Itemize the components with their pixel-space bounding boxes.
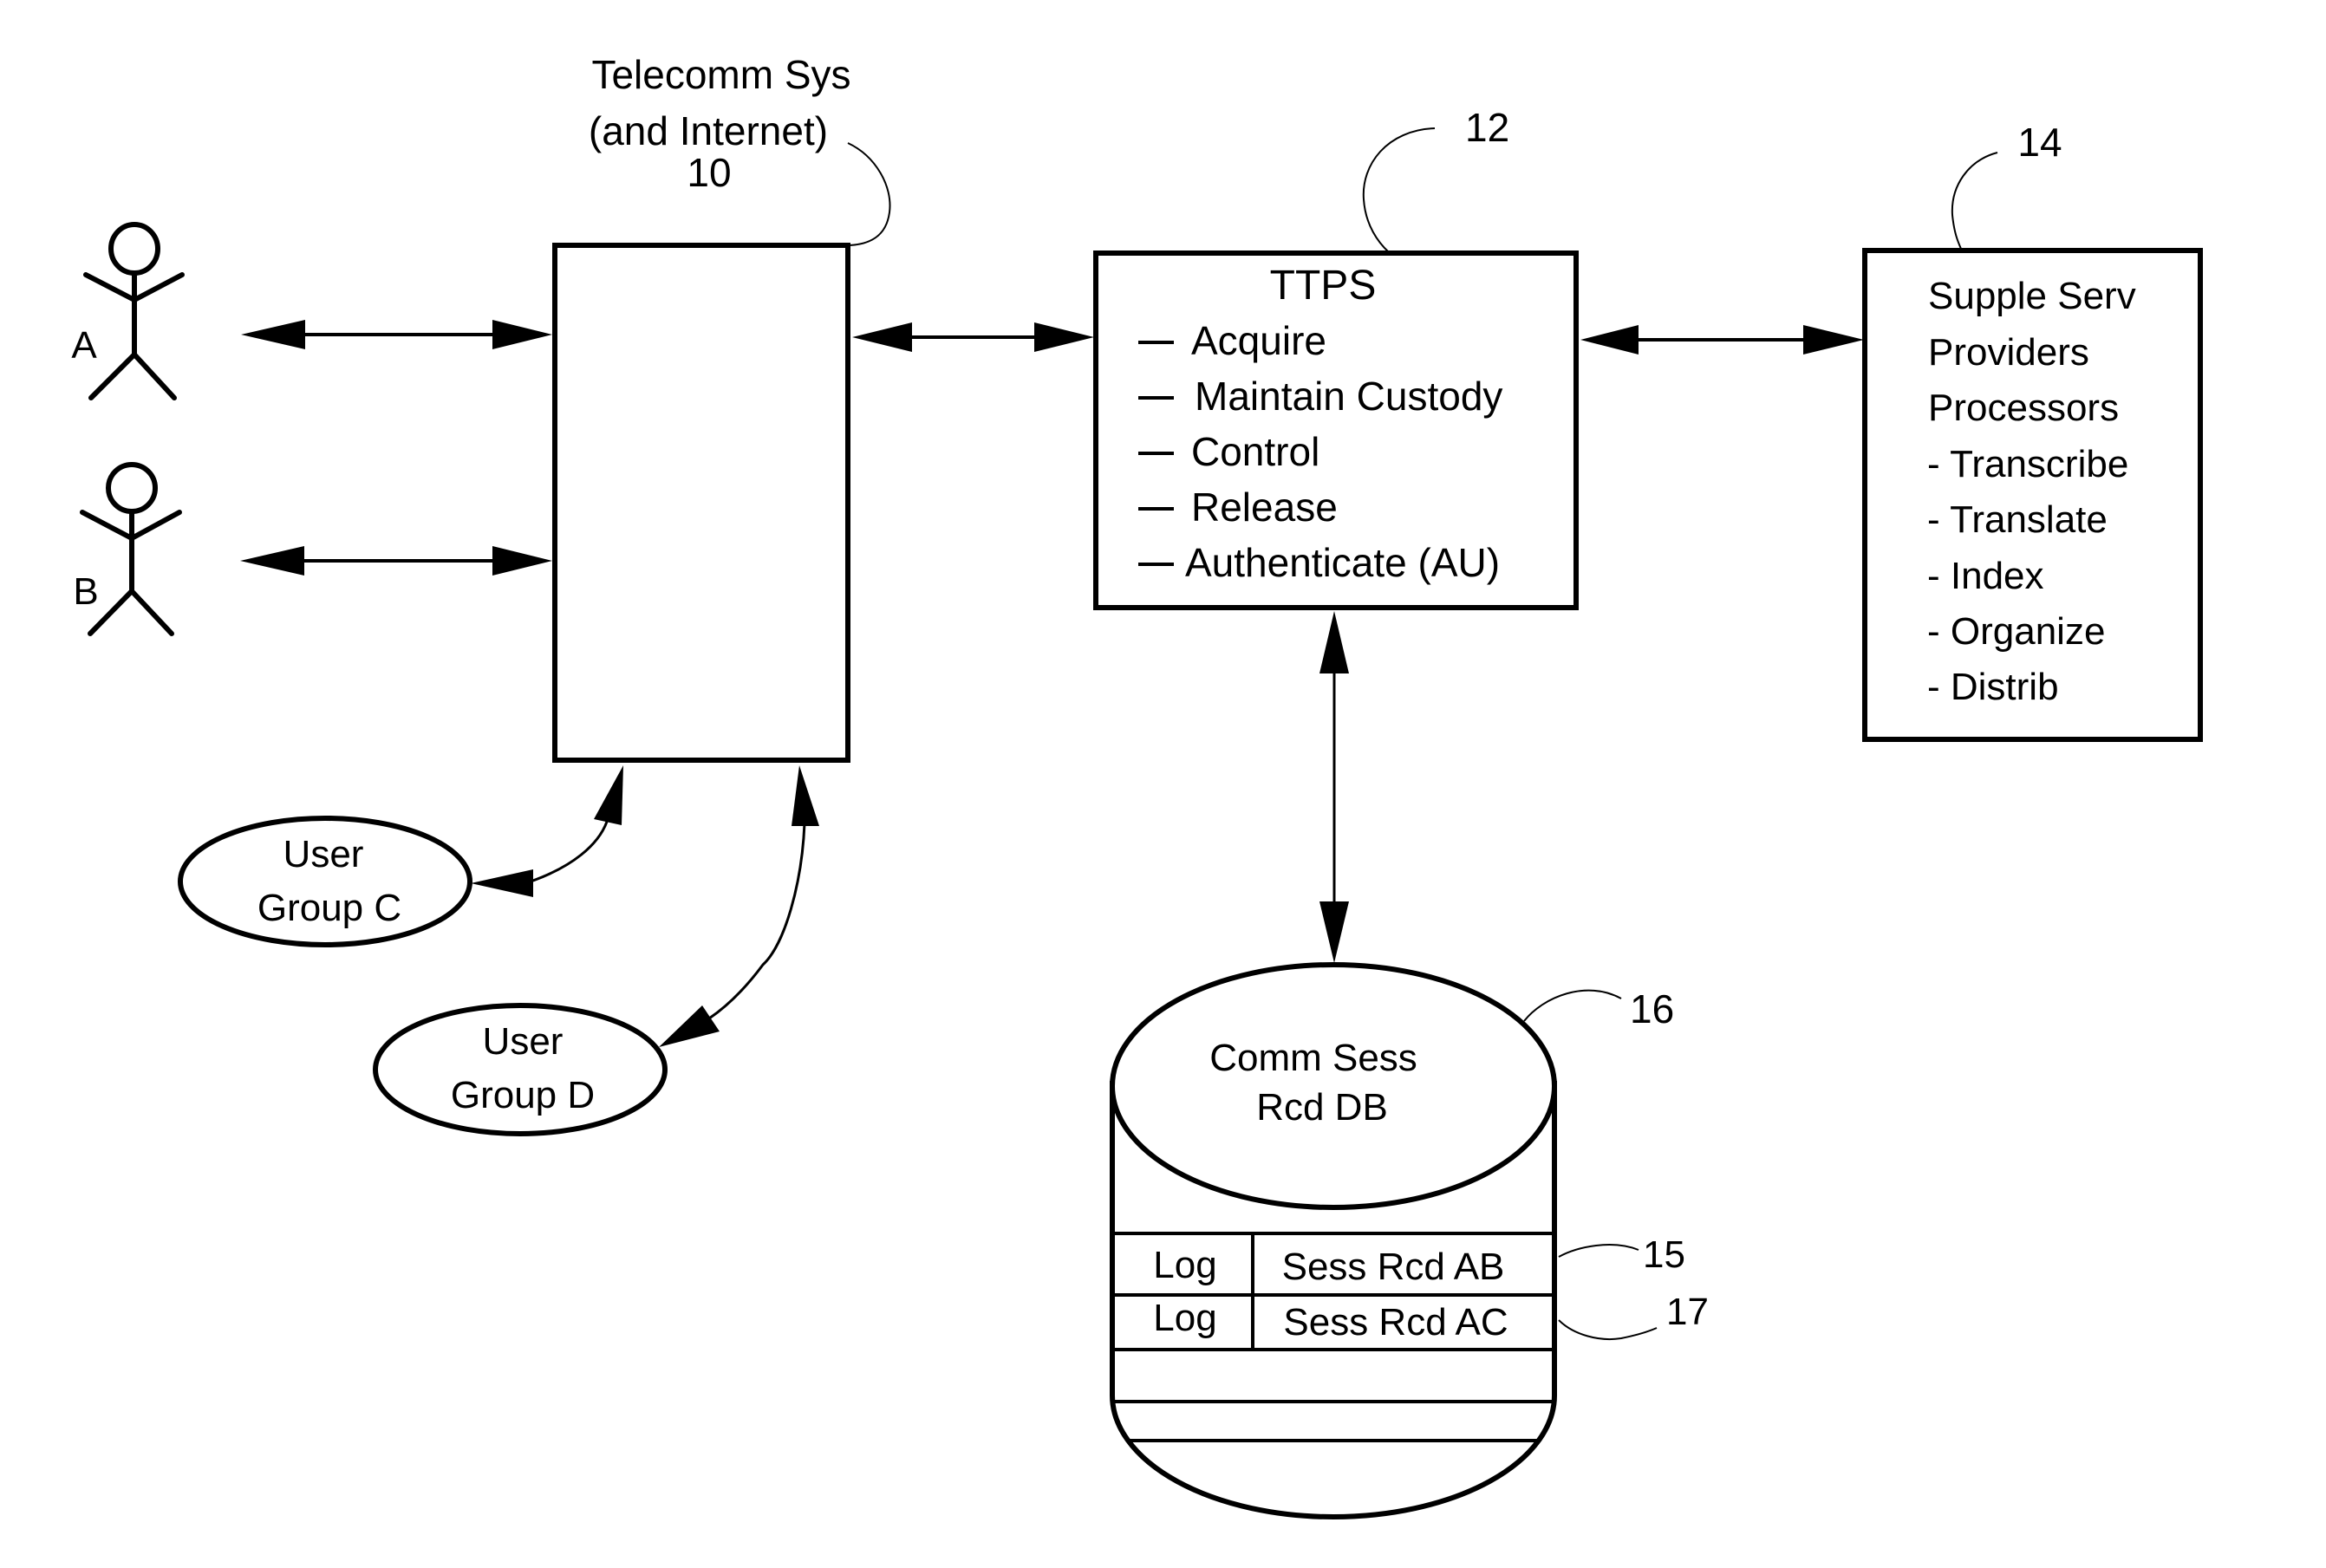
stick-figure-icon [83, 222, 185, 400]
arrow-a-telecomm [241, 320, 552, 349]
telecomm-leader-line [847, 142, 891, 246]
ttps-item-label: Authenticate (AU) [1185, 540, 1500, 585]
arrowhead-right-icon [492, 546, 552, 576]
actor-label: B [73, 570, 98, 613]
row-ac-leader-line [1558, 1319, 1658, 1340]
comm-session-record-db: Comm Sess Rcd DB Log Sess Rcd AB Log Ses… [1110, 962, 1709, 1519]
table-row: Log Sess Rcd AB [1153, 1244, 1504, 1288]
arrowhead-down-left-icon [659, 1005, 720, 1047]
log-cell: Log [1153, 1244, 1216, 1286]
supple-item-label: - Translate [1927, 498, 2108, 541]
arrowhead-up-icon [792, 765, 819, 826]
db-ref-number: 16 [1630, 986, 1674, 1031]
row-ac-ref-number: 17 [1666, 1291, 1709, 1333]
list-item: Authenticate (AU) [1138, 540, 1500, 585]
ttps-item-label: Release [1191, 485, 1338, 530]
log-cell: Log [1153, 1297, 1216, 1339]
telecomm-box [552, 243, 850, 763]
ttps-leader-line [1362, 127, 1436, 253]
supple-item-label: - Index [1927, 555, 2044, 597]
user-group-c: User Group C [178, 816, 472, 947]
telecomm-title-line2: (and Internet) [589, 108, 828, 153]
ttps-item-label: Maintain Custody [1195, 374, 1502, 419]
arrowhead-down-icon [1319, 901, 1349, 963]
arrowhead-left-icon [1580, 325, 1639, 355]
supple-item-label: - Distrib [1927, 666, 2059, 708]
arrowhead-right-icon [1034, 322, 1094, 352]
user-group-line1: User [283, 833, 364, 875]
telecomm-ref-number: 10 [687, 150, 731, 195]
arrowhead-up-icon [1319, 611, 1349, 673]
arrowhead-left-icon [852, 322, 912, 352]
ttps-title: TTPS [1270, 263, 1377, 309]
arrowhead-left-icon [471, 869, 533, 897]
telecomm-system: Telecomm Sys (and Internet) 10 [552, 52, 891, 763]
db-title-line1: Comm Sess [1209, 1037, 1417, 1079]
supple-title-line: Providers [1928, 331, 2089, 374]
db-title-line2: Rcd DB [1256, 1086, 1388, 1129]
arrow-ttps-database [1319, 611, 1349, 963]
supple-title-line: Supple Serv [1928, 275, 2136, 317]
arrowhead-left-icon [240, 546, 304, 576]
supple-item-label: - Transcribe [1927, 443, 2128, 485]
user-group-line1: User [483, 1020, 564, 1063]
arrow-telecomm-group-c [471, 765, 623, 897]
telecomm-title-line1: Telecomm Sys [591, 52, 850, 97]
supple-ref-number: 14 [2017, 120, 2062, 165]
user-group-d: User Group D [373, 1003, 668, 1136]
arrowhead-right-icon [492, 320, 552, 349]
row-ab-leader-line [1558, 1244, 1639, 1258]
ttps-ref-number: 12 [1465, 105, 1509, 150]
arrow-telecomm-group-d [659, 765, 819, 1047]
arrowhead-up-icon [594, 765, 623, 825]
user-group-line2: Group D [451, 1074, 595, 1116]
arrowhead-left-icon [241, 320, 305, 349]
supple-title-line: Processors [1928, 387, 2119, 429]
table-row: Log Sess Rcd AC [1153, 1297, 1508, 1344]
supple-leader-line [1951, 152, 1998, 250]
ttps-item-label: Acquire [1191, 318, 1326, 363]
arrowhead-right-icon [1803, 325, 1864, 355]
arrow-telecomm-ttps [852, 322, 1094, 352]
arrow-ttps-supple [1580, 325, 1864, 355]
user-group-line2: Group C [257, 887, 401, 929]
db-leader-line [1523, 989, 1622, 1022]
row-ab-ref-number: 15 [1643, 1233, 1685, 1276]
arrow-b-telecomm [240, 546, 552, 576]
record-cell: Sess Rcd AC [1283, 1301, 1508, 1344]
ttps-box-group: 12 TTPS Acquire Maintain Custody Control… [1093, 105, 1579, 610]
actor-b: B [73, 462, 182, 636]
ttps-item-label: Control [1191, 429, 1319, 474]
supple-serv-group: 14 Supple Serv Providers Processors - Tr… [1862, 120, 2203, 742]
record-cell: Sess Rcd AB [1282, 1246, 1505, 1288]
actor-a: A [71, 222, 185, 400]
system-diagram: A B Telecomm Sys (and Internet) 10 12 TT… [71, 52, 2203, 1519]
supple-item-label: - Organize [1927, 610, 2105, 653]
actor-label: A [71, 324, 97, 367]
